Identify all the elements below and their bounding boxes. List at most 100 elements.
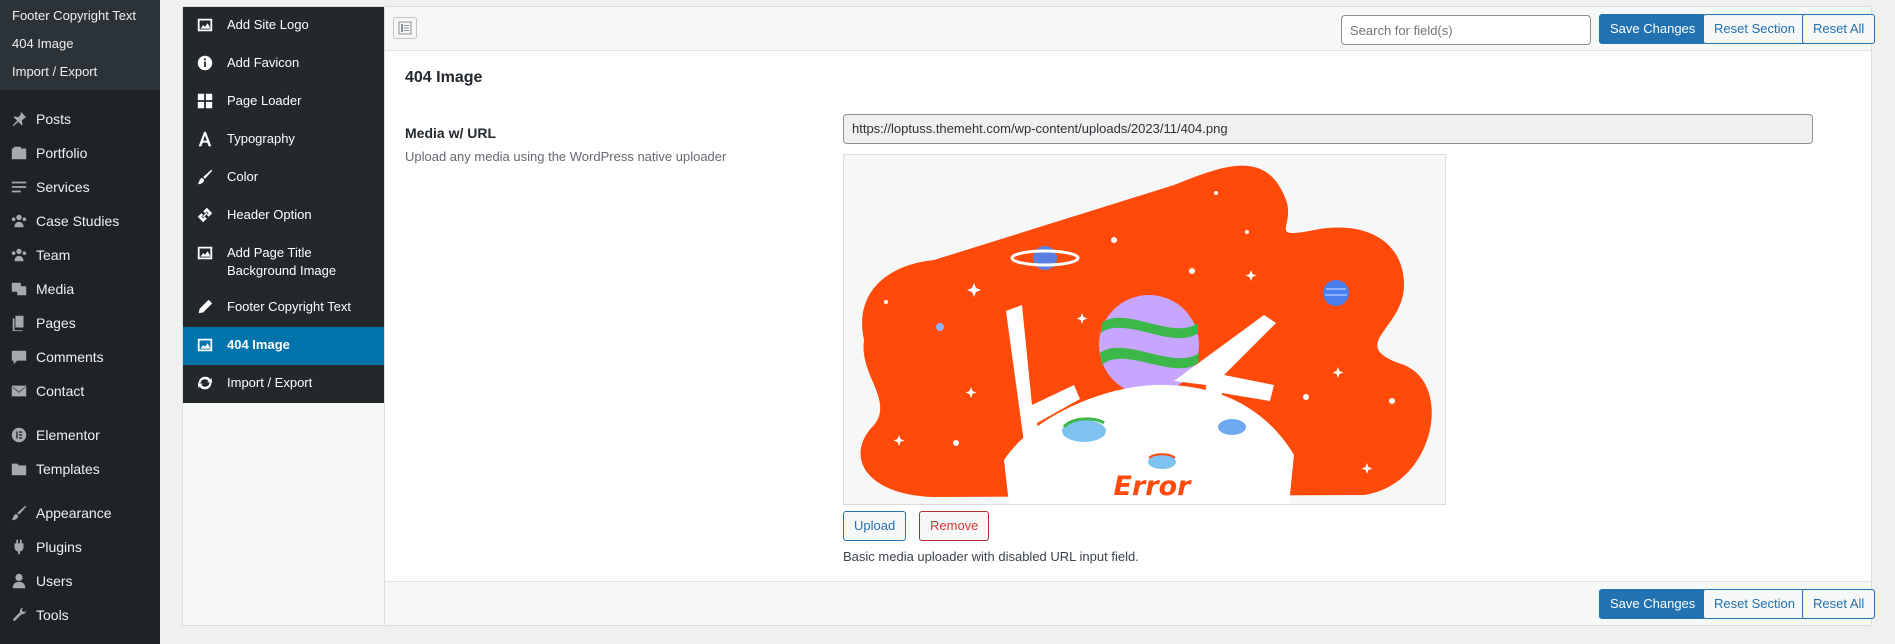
menu-label: Pages [36,315,76,331]
options-nav-item-color[interactable]: Color [183,159,384,197]
options-nav-item-404-image[interactable]: 404 Image [183,327,384,365]
options-nav: Add Site Logo Add Favicon Page Loader Ty… [183,7,385,625]
comment-icon [10,348,28,366]
image-icon [195,336,215,354]
menu-label: Templates [36,461,100,477]
pin-icon [10,110,28,128]
media-url-input: https://loptuss.themeht.com/wp-content/u… [843,114,1813,144]
options-nav-item-site-logo[interactable]: Add Site Logo [183,7,384,45]
field-description: Upload any media using the WordPress nat… [405,149,727,164]
search-input[interactable] [1341,15,1591,45]
menu-label: Posts [36,111,72,127]
media-icon [10,280,28,298]
menu-label: Tools [36,607,69,623]
submenu-item-404-image[interactable]: 404 Image [0,30,160,58]
options-panel: Add Site Logo Add Favicon Page Loader Ty… [182,6,1876,626]
menu-item-plugins[interactable]: Plugins [0,530,160,564]
options-nav-label: Add Page Title Background Image [227,245,337,278]
menu-label: Plugins [36,539,82,555]
options-nav-item-favicon[interactable]: Add Favicon [183,45,384,83]
menu-label: Comments [36,349,104,365]
info-icon [195,54,215,72]
grid-icon [195,92,215,110]
wrench-icon [10,606,28,624]
reset-all-button[interactable]: Reset All [1802,14,1876,44]
upload-button[interactable]: Upload [843,511,907,541]
menu-item-team[interactable]: Team [0,238,160,272]
options-nav-item-header-option[interactable]: Header Option [183,197,384,235]
menu-label: Elementor [36,427,100,443]
menu-label: Appearance [36,505,112,521]
options-nav-item-import-export[interactable]: Import / Export [183,365,384,403]
menu-label: Contact [36,383,85,399]
menu-label: Case Studies [36,213,120,229]
options-nav-item-page-title-bg[interactable]: Add Page Title Background Image [183,235,384,289]
options-nav-label: Add Favicon [227,55,300,70]
error-text: Error [1114,471,1193,502]
menu-item-appearance[interactable]: Appearance [0,496,160,530]
reset-all-button-bottom[interactable]: Reset All [1802,589,1876,619]
remove-button[interactable]: Remove [919,511,990,541]
menu-item-users[interactable]: Users [0,564,160,598]
options-nav-label: Import / Export [227,375,313,390]
menu-label: Portfolio [36,145,88,161]
menu-label: Media [36,281,75,297]
admin-submenu: Footer Copyright Text 404 Image Import /… [0,0,160,90]
field-help-text: Basic media uploader with disabled URL i… [843,549,1139,564]
menu-item-contact[interactable]: Contact [0,374,160,408]
menu-item-case-studies[interactable]: Case Studies [0,204,160,238]
link-icon [195,206,215,224]
menu-item-pages[interactable]: Pages [0,306,160,340]
options-bottombar: Save Changes Reset Section Reset All [385,581,1876,625]
options-nav-list: Add Site Logo Add Favicon Page Loader Ty… [183,7,384,403]
mail-icon [10,382,28,400]
media-preview: Error [843,154,1446,505]
section-title: 404 Image [405,69,483,86]
portfolio-icon [10,144,28,162]
menu-item-templates[interactable]: Templates [0,452,160,486]
options-nav-label: Footer Copyright Text [227,299,352,314]
field-label: Media w/ URL [405,125,497,141]
save-button[interactable]: Save Changes [1599,14,1707,44]
menu-label: Users [36,573,73,589]
brush-icon [10,504,28,522]
plug-icon [10,538,28,556]
options-topbar: Save Changes Reset Section Reset All [385,7,1876,51]
menu-label: Services [36,179,90,195]
pencil-icon [195,298,215,316]
menu-item-posts[interactable]: Posts [0,102,160,136]
save-button-bottom[interactable]: Save Changes [1599,589,1707,619]
menu-item-media[interactable]: Media [0,272,160,306]
refresh-icon [195,374,215,392]
error-404-illustration: Error [844,155,1445,504]
options-nav-label: Color [227,169,259,184]
options-nav-label: Add Site Logo [227,17,309,32]
submenu-item-footer-copyright[interactable]: Footer Copyright Text [0,2,160,30]
menu-item-portfolio[interactable]: Portfolio [0,136,160,170]
submenu-item-import-export[interactable]: Import / Export [0,58,160,86]
menu-item-comments[interactable]: Comments [0,340,160,374]
pages-icon [10,314,28,332]
list-icon [10,178,28,196]
folder-icon [10,460,28,478]
groups-icon [10,246,28,264]
options-nav-item-page-loader[interactable]: Page Loader [183,83,384,121]
options-nav-label: Typography [227,131,295,146]
menu-item-tools[interactable]: Tools [0,598,160,632]
menu-item-services[interactable]: Services [0,170,160,204]
options-nav-item-typography[interactable]: Typography [183,121,384,159]
reset-section-button[interactable]: Reset Section [1703,14,1806,44]
image-icon [195,244,215,262]
options-nav-label: Page Loader [227,93,302,108]
reset-section-button-bottom[interactable]: Reset Section [1703,589,1806,619]
options-nav-label: Header Option [227,207,312,222]
menu-label: Team [36,247,71,263]
font-icon [195,130,215,148]
options-nav-label: 404 Image [227,337,290,352]
list-icon [398,21,412,35]
expand-options-button[interactable] [393,17,417,39]
user-icon [10,572,28,590]
elementor-icon [10,426,28,444]
options-nav-item-footer-copyright[interactable]: Footer Copyright Text [183,289,384,327]
menu-item-elementor[interactable]: Elementor [0,418,160,452]
